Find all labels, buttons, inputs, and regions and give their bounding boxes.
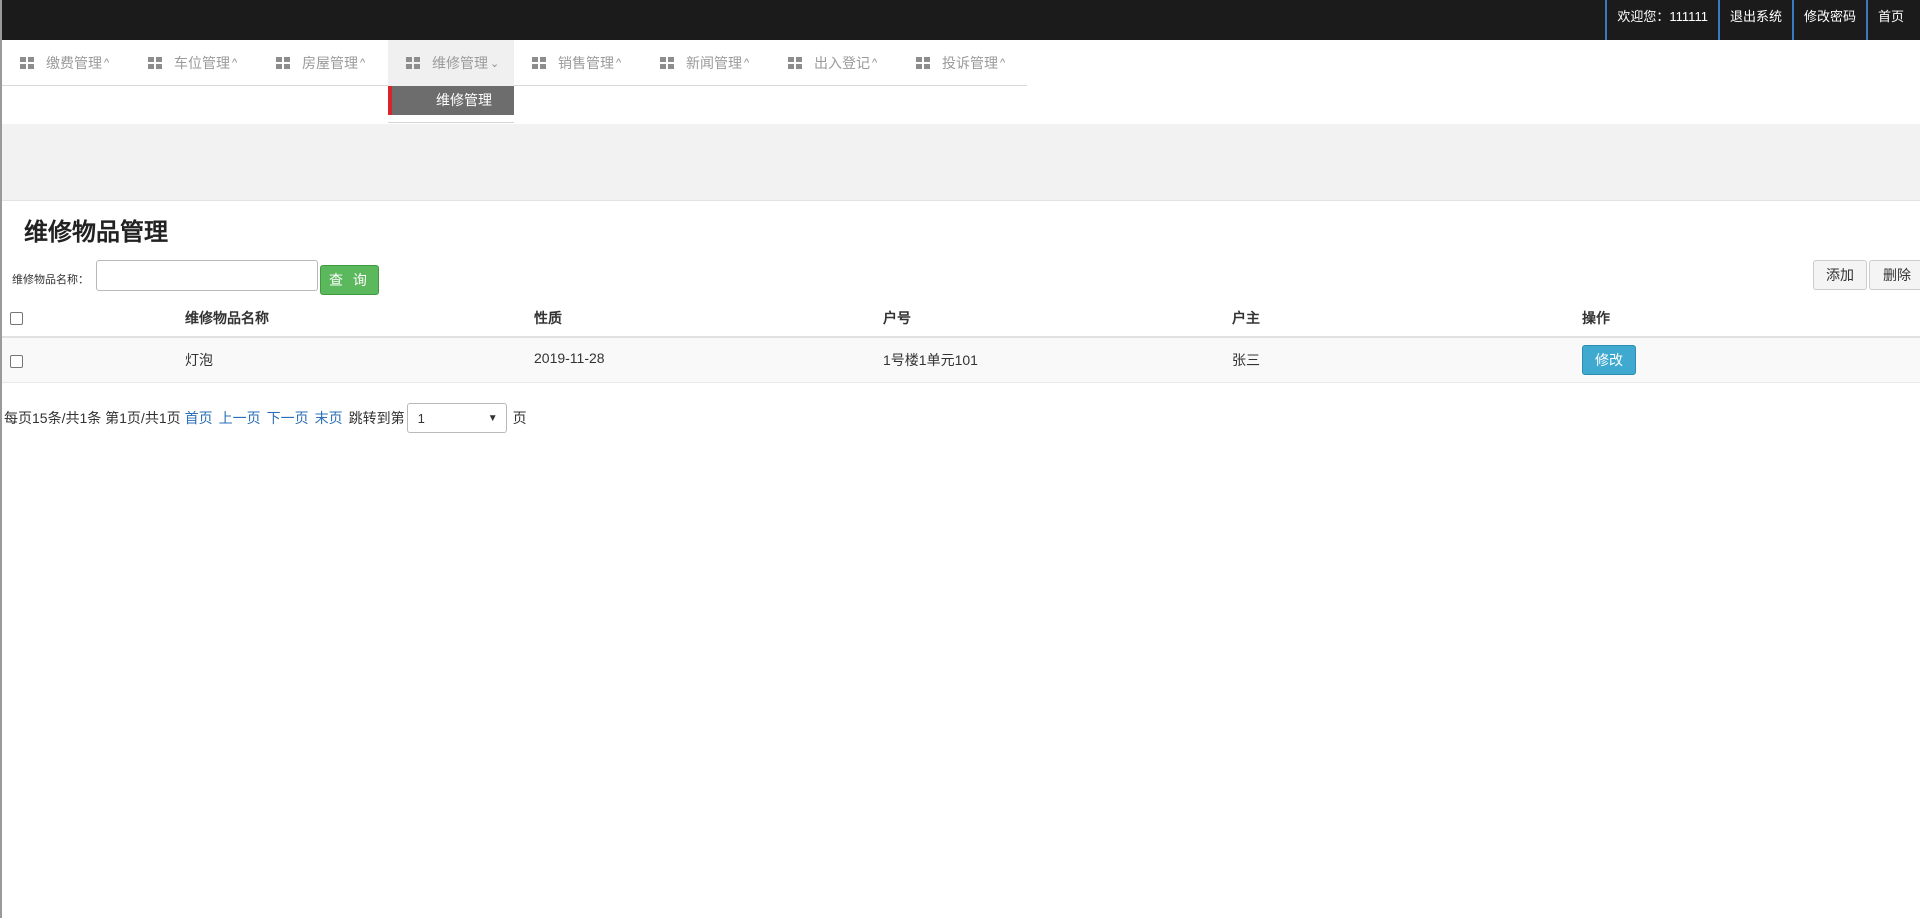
welcome-text: 欢迎您：111111	[1605, 0, 1718, 40]
table-header-row: 维修物品名称 性质 户号 户主 操作	[2, 299, 1920, 338]
page-select[interactable]: 1 ▼	[406, 403, 507, 433]
grid-icon	[916, 56, 930, 70]
grid-icon	[660, 56, 674, 70]
page-title: 维修物品管理	[24, 219, 168, 246]
nav-item-label: 房屋管理	[302, 55, 358, 71]
nav-item-news[interactable]: 新闻管理 ^	[642, 40, 770, 86]
table-row: 灯泡 2019-11-28 1号楼1单元101 张三 修改	[2, 337, 1920, 383]
page-suffix: 页	[512, 410, 527, 426]
nav-item-label: 销售管理	[558, 55, 614, 71]
pagination-summary: 每页15条/共1条 第1页/共1页	[4, 410, 181, 426]
grid-icon	[148, 56, 162, 70]
row-select-cell	[2, 337, 185, 383]
top-bar: 欢迎您：111111 退出系统 修改密码 首页	[2, 0, 1920, 40]
cell-house-no: 1号楼1单元101	[883, 337, 1232, 383]
grid-icon	[406, 56, 420, 70]
grid-icon	[788, 56, 802, 70]
next-page-link[interactable]: 下一页	[267, 408, 309, 428]
nav-item-parking[interactable]: 车位管理 ^	[130, 40, 258, 86]
grid-icon	[532, 56, 546, 70]
col-header-house-no: 户号	[883, 299, 1232, 338]
caret-down-icon: ⌄	[490, 57, 500, 70]
delete-button[interactable]: 删除	[1869, 260, 1920, 290]
prev-page-link[interactable]: 上一页	[219, 408, 261, 428]
add-button[interactable]: 添加	[1813, 260, 1867, 290]
edit-button[interactable]: 修改	[1582, 344, 1636, 375]
nav-item-label: 出入登记	[814, 55, 870, 71]
nav-item-label: 车位管理	[174, 55, 230, 71]
logout-link[interactable]: 退出系统	[1717, 0, 1792, 40]
change-password-link[interactable]: 修改密码	[1791, 0, 1866, 40]
cell-name: 灯泡	[185, 337, 534, 383]
nav-item-entry[interactable]: 出入登记 ^	[770, 40, 898, 86]
first-page-link[interactable]: 首页	[185, 408, 213, 428]
query-button[interactable]: 查 询	[320, 265, 379, 295]
nav-item-house[interactable]: 房屋管理 ^	[258, 40, 388, 86]
chevron-down-icon: ▼	[487, 412, 498, 424]
last-page-link[interactable]: 末页	[315, 408, 343, 428]
select-all-checkbox[interactable]	[10, 312, 23, 326]
caret-up-icon: ^	[232, 57, 238, 69]
caret-up-icon: ^	[616, 57, 622, 69]
main-nav: 缴费管理 ^ 车位管理 ^ 房屋管理 ^ 维修管理 ⌄ 销售管理 ^ 新闻管理 …	[2, 40, 1027, 86]
search-label: 维修物品名称：	[12, 274, 89, 286]
nav-item-label: 缴费管理	[46, 55, 102, 71]
submenu-divider	[388, 115, 514, 123]
page-select-value: 1	[417, 410, 425, 426]
nav-item-label: 维修管理	[432, 55, 488, 71]
row-checkbox[interactable]	[10, 354, 23, 368]
nav-item-sales[interactable]: 销售管理 ^	[514, 40, 642, 86]
cell-actions: 修改	[1582, 337, 1920, 383]
caret-up-icon: ^	[360, 57, 366, 69]
cell-owner: 张三	[1232, 337, 1582, 383]
caret-up-icon: ^	[104, 57, 110, 69]
col-header-name: 维修物品名称	[185, 299, 534, 338]
cell-nature: 2019-11-28	[534, 337, 883, 383]
search-input[interactable]	[96, 260, 318, 291]
home-link[interactable]: 首页	[1865, 0, 1920, 40]
nav-item-label: 投诉管理	[942, 55, 998, 71]
select-all-cell	[2, 299, 185, 338]
col-header-owner: 户主	[1232, 299, 1582, 338]
grid-icon	[20, 56, 34, 70]
nav-item-label: 新闻管理	[686, 55, 742, 71]
submenu-item-repair[interactable]: 维修管理	[388, 86, 514, 115]
grid-icon	[276, 56, 290, 70]
caret-up-icon: ^	[872, 57, 878, 69]
pagination: 每页15条/共1条 第1页/共1页 首页 上一页 下一页 末页 跳转到第 1 ▼…	[4, 403, 527, 433]
repair-items-table: 维修物品名称 性质 户号 户主 操作 灯泡 2019-11-28 1号楼1单元1…	[2, 299, 1920, 383]
top-links: 欢迎您：111111 退出系统 修改密码 首页	[1605, 0, 1920, 40]
caret-up-icon: ^	[1000, 57, 1006, 69]
content-header-band	[2, 124, 1920, 201]
nav-item-fee[interactable]: 缴费管理 ^	[2, 40, 130, 86]
nav-item-complaint[interactable]: 投诉管理 ^	[898, 40, 1026, 86]
caret-up-icon: ^	[744, 57, 750, 69]
col-header-nature: 性质	[534, 299, 883, 338]
jump-label: 跳转到第	[348, 410, 405, 426]
nav-item-repair[interactable]: 维修管理 ⌄	[388, 40, 514, 86]
col-header-actions: 操作	[1582, 299, 1920, 338]
